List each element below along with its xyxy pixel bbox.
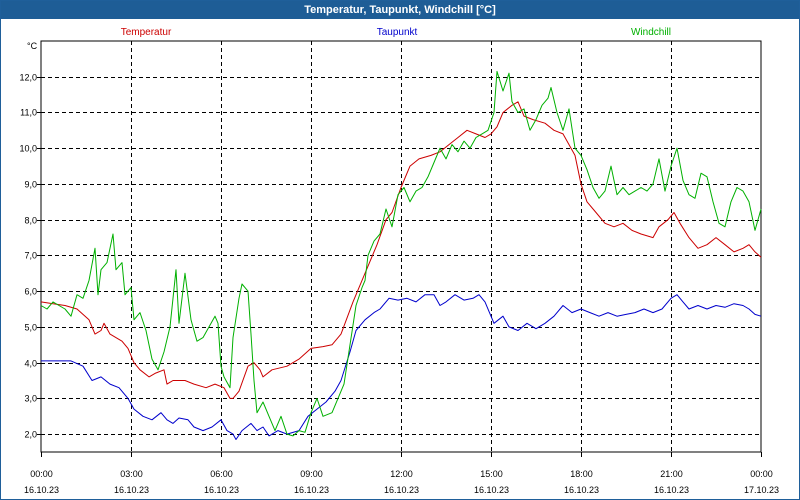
y-tick-label: 6,0 (24, 287, 37, 297)
x-tick-date: 16.10.23 (564, 485, 599, 495)
chart-window: Temperatur, Taupunkt, Windchill [°C] 2,0… (0, 0, 800, 500)
x-tick-date: 16.10.23 (384, 485, 419, 495)
x-tick-time: 00:00 (750, 469, 773, 479)
x-tick-date: 16.10.23 (204, 485, 239, 495)
x-tick-time: 09:00 (300, 469, 323, 479)
chart-canvas: 2,0 3,0 4,0 5,0 6,0 7,0 8,0 9,0 10,0 11,0 12,0 °C 00… (19, 27, 779, 495)
x-tick-time: 21:00 (660, 469, 683, 479)
x-tick-date: 16.10.23 (474, 485, 509, 495)
y-tick-label: 3,0 (24, 394, 37, 404)
x-tick-date: 16.10.23 (294, 485, 329, 495)
y-tick-label: 9,0 (24, 180, 37, 190)
legend-windchill: Windchill (631, 27, 671, 38)
x-tick-date: 16.10.23 (654, 485, 689, 495)
y-tick-label: 7,0 (24, 251, 37, 261)
y-tick-label: 10,0 (19, 144, 37, 154)
x-tick-date: 16.10.23 (114, 485, 149, 495)
x-tick-date: 16.10.23 (24, 485, 59, 495)
x-tick-time: 18:00 (570, 469, 593, 479)
x-tick-time: 12:00 (390, 469, 413, 479)
y-tick-label: 5,0 (24, 323, 37, 333)
y-axis-label: °C (27, 41, 38, 51)
x-tick-time: 03:00 (120, 469, 143, 479)
x-tick-time: 00:00 (30, 469, 53, 479)
legend-taupunkt: Taupunkt (377, 27, 418, 38)
x-tick-date: 17.10.23 (744, 485, 779, 495)
y-tick-label: 4,0 (24, 359, 37, 369)
y-tick-label: 11,0 (20, 108, 37, 118)
x-tick-time: 15:00 (480, 469, 503, 479)
x-tick-time: 06:00 (210, 469, 233, 479)
y-tick-label: 12,0 (19, 73, 37, 83)
y-tick-label: 8,0 (24, 216, 37, 226)
y-tick-label: 2,0 (24, 430, 37, 440)
legend-temperatur: Temperatur (121, 27, 172, 38)
